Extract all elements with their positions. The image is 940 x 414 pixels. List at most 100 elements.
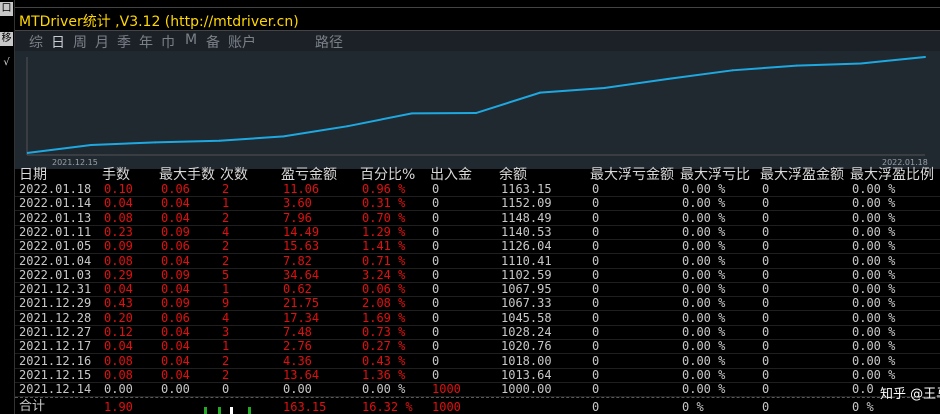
equity-point: [603, 87, 606, 90]
header-1: 手数: [102, 167, 130, 183]
tab-path[interactable]: 路径: [315, 32, 343, 52]
table-cell: 2022.01.03: [19, 267, 92, 282]
table-cell: 1.41 %: [362, 239, 406, 254]
equity-series-line: [26, 56, 926, 154]
table-cell: 7.96: [283, 210, 312, 225]
x-start-label: 2021.12.15: [52, 158, 98, 167]
header-11: 最大浮盈比例: [850, 167, 934, 183]
row-separator: [15, 267, 940, 269]
summary-divider: [15, 396, 940, 398]
table-cell: 1.29 %: [362, 224, 406, 239]
table-cell: 0.00: [283, 382, 312, 397]
table-cell: 1067.33: [501, 296, 552, 311]
header-4: 盈亏金额: [281, 167, 337, 183]
tab-magic[interactable]: M: [185, 32, 197, 48]
row-separator: [15, 339, 940, 340]
table-cell: 2021.12.29: [19, 296, 92, 311]
header-5: 百分比%: [360, 167, 416, 183]
table-cell: 0.00 %: [852, 282, 896, 297]
left-strip-button-2[interactable]: 移: [0, 32, 13, 46]
row-separator: [15, 253, 940, 255]
table-cell: 0: [592, 325, 600, 339]
table-cell: 2021.12.15: [19, 367, 92, 382]
table-cell: 0: [592, 367, 600, 382]
table-cell: 5: [222, 267, 230, 282]
summary-cell: 1.90: [104, 399, 133, 414]
table-cell: 0: [762, 253, 770, 268]
check-icon[interactable]: √: [0, 56, 13, 70]
table-cell: 0.08: [104, 210, 133, 225]
table-cell: 4: [222, 224, 230, 239]
table-cell: 0.00 %: [682, 224, 726, 239]
tab-symbol[interactable]: 巾: [161, 32, 175, 52]
equity-point: [859, 62, 862, 65]
table-cell: 0.00 %: [852, 310, 896, 325]
table-cell: 0.00 %: [682, 296, 726, 311]
table-cell: 13.64: [283, 367, 320, 382]
table-cell: 0.00 %: [852, 224, 896, 239]
equity-chart: 2021.12.15 2022.01.18: [15, 51, 940, 169]
summary-cell: 0: [592, 399, 600, 414]
table-cell: 2: [222, 353, 230, 368]
equity-point: [795, 64, 798, 67]
table-cell: 0: [592, 253, 600, 268]
tab-note[interactable]: 备: [206, 32, 220, 52]
table-cell: 0: [762, 239, 770, 254]
table-cell: 0.04: [161, 367, 190, 382]
table-cell: 1000: [432, 382, 461, 397]
table-cell: 0: [592, 239, 600, 254]
table-cell: 0.00 %: [682, 282, 726, 297]
table-cell: 0.04: [161, 339, 190, 354]
table-cell: 0: [762, 282, 770, 297]
table-cell: 1.69 %: [362, 310, 406, 325]
table-cell: 0: [432, 353, 440, 368]
table-cell: 0.00 %: [852, 239, 896, 254]
table-cell: 0.04: [161, 210, 190, 225]
table-cell: 0: [592, 182, 600, 196]
header-6: 出入金: [430, 167, 472, 183]
table-cell: 0: [762, 182, 770, 196]
table-cell: 0.09: [161, 224, 190, 239]
table-cell: 2: [222, 210, 230, 225]
table-cell: 1045.58: [501, 310, 552, 325]
table-cell: 0: [432, 310, 440, 325]
bottom-tick: [230, 407, 233, 414]
tab-account[interactable]: 账户: [228, 32, 256, 52]
table-cell: 1: [222, 282, 230, 297]
table-cell: 0.43 %: [362, 353, 406, 368]
table-cell: 7.48: [283, 325, 312, 339]
table-cell: 2: [222, 253, 230, 268]
tab-summary[interactable]: 综: [29, 32, 43, 52]
table-cell: 1140.53: [501, 224, 552, 239]
table-cell: 1126.04: [501, 239, 552, 254]
table-cell: 0.00 %: [682, 339, 726, 354]
table-cell: 0: [592, 267, 600, 282]
table-cell: 0: [432, 339, 440, 354]
table-cell: 0.00 %: [682, 267, 726, 282]
equity-point: [154, 141, 157, 144]
table-cell: 0.06: [161, 182, 190, 196]
table-cell: 0.00 %: [852, 182, 896, 196]
table-cell: 0.06: [161, 239, 190, 254]
table-cell: 0: [762, 382, 770, 397]
tab-day[interactable]: 日: [51, 32, 65, 52]
left-strip-button-1[interactable]: 口: [0, 2, 13, 16]
table-cell: 2022.01.05: [19, 239, 92, 254]
table-cell: 14.49: [283, 224, 320, 239]
table-cell: 0.04: [161, 282, 190, 297]
tab-quarter[interactable]: 季: [117, 32, 131, 52]
table-cell: 0: [762, 310, 770, 325]
table-cell: 0.00 %: [852, 253, 896, 268]
table-cell: 11.06: [283, 182, 320, 196]
row-separator: [15, 281, 940, 283]
table-cell: 0: [762, 224, 770, 239]
equity-point: [924, 56, 926, 58]
table-cell: 1163.15: [501, 182, 552, 196]
table-cell: 0: [762, 196, 770, 211]
table-cell: 0.27 %: [362, 339, 406, 354]
table-cell: 0.00 %: [852, 196, 896, 211]
tab-month[interactable]: 月: [95, 32, 109, 52]
table-cell: 7.82: [283, 253, 312, 268]
tab-year[interactable]: 年: [139, 32, 153, 52]
tab-week[interactable]: 周: [73, 32, 87, 52]
